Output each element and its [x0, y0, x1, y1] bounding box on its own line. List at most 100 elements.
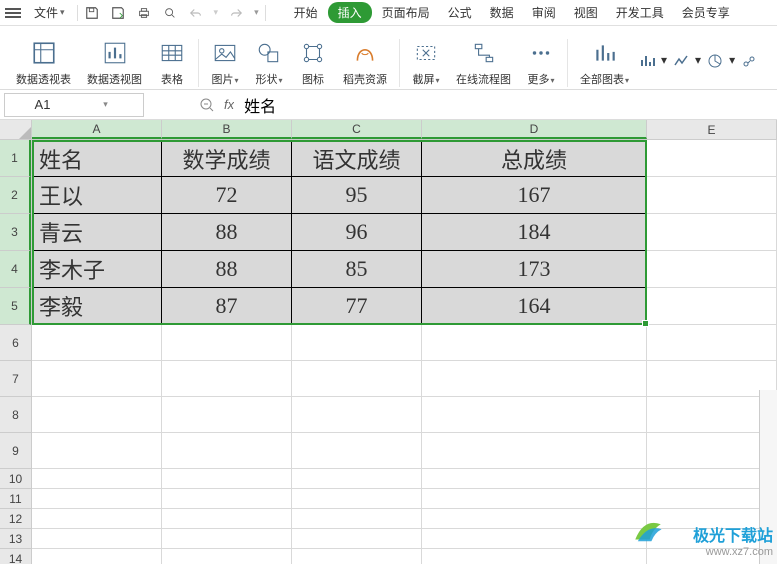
cell[interactable]: [162, 397, 292, 433]
combo-chart-icon[interactable]: [741, 53, 757, 69]
print-preview-icon[interactable]: [162, 5, 178, 21]
select-all-corner[interactable]: [0, 120, 32, 140]
line-chart-icon[interactable]: [673, 53, 689, 69]
chart-caret-icon[interactable]: ▾: [661, 53, 667, 69]
cell[interactable]: [647, 469, 777, 489]
column-header[interactable]: E: [647, 120, 777, 139]
cell[interactable]: [292, 529, 422, 549]
tab-member[interactable]: 会员专享: [674, 2, 738, 23]
cell-grid[interactable]: 姓名数学成绩语文成绩总成绩王以7295167青云8896184李木子888517…: [32, 140, 777, 564]
chart-caret-icon[interactable]: ▾: [695, 53, 701, 69]
data-cell[interactable]: 96: [292, 214, 422, 251]
column-header[interactable]: D: [422, 120, 647, 139]
cell[interactable]: [292, 325, 422, 361]
shapes-button[interactable]: 形状▾: [249, 31, 289, 87]
data-cell[interactable]: 72: [162, 177, 292, 214]
cell[interactable]: [32, 433, 162, 469]
data-cell[interactable]: 95: [292, 177, 422, 214]
save-as-icon[interactable]: [110, 5, 126, 21]
header-cell[interactable]: 姓名: [32, 140, 162, 177]
data-cell[interactable]: 85: [292, 251, 422, 288]
data-cell[interactable]: 184: [422, 214, 647, 251]
cell[interactable]: [32, 397, 162, 433]
cell[interactable]: [647, 433, 777, 469]
app-menu-icon[interactable]: [4, 4, 22, 22]
cell[interactable]: [422, 489, 647, 509]
cell[interactable]: [422, 549, 647, 564]
data-cell[interactable]: 173: [422, 251, 647, 288]
data-cell[interactable]: 164: [422, 288, 647, 325]
row-header[interactable]: 5: [0, 288, 31, 325]
row-header[interactable]: 11: [0, 489, 31, 509]
data-cell[interactable]: 88: [162, 214, 292, 251]
undo-icon[interactable]: [188, 5, 204, 21]
print-icon[interactable]: [136, 5, 152, 21]
cell[interactable]: [647, 288, 777, 325]
tab-formula[interactable]: 公式: [440, 2, 480, 23]
cell[interactable]: [647, 177, 777, 214]
cell[interactable]: [292, 433, 422, 469]
formula-input[interactable]: [234, 93, 777, 117]
cell[interactable]: [292, 509, 422, 529]
cell[interactable]: [162, 549, 292, 564]
fx-icon[interactable]: fx: [224, 97, 234, 112]
tab-start[interactable]: 开始: [286, 2, 326, 23]
data-cell[interactable]: 167: [422, 177, 647, 214]
cell[interactable]: [32, 361, 162, 397]
cell[interactable]: [32, 489, 162, 509]
all-charts-button[interactable]: 全部图表▾: [574, 31, 635, 87]
cell[interactable]: [647, 140, 777, 177]
cell[interactable]: [162, 361, 292, 397]
cell[interactable]: [32, 509, 162, 529]
more-button[interactable]: 更多▾: [521, 31, 561, 87]
data-cell[interactable]: 王以: [32, 177, 162, 214]
row-header[interactable]: 13: [0, 529, 31, 549]
row-header[interactable]: 14: [0, 549, 31, 564]
undo-dropdown-icon[interactable]: ▾: [214, 7, 219, 18]
cell[interactable]: [647, 214, 777, 251]
header-cell[interactable]: 语文成绩: [292, 140, 422, 177]
cell[interactable]: [292, 469, 422, 489]
row-header[interactable]: 1: [0, 140, 31, 177]
cell[interactable]: [647, 251, 777, 288]
row-header[interactable]: 4: [0, 251, 31, 288]
row-header[interactable]: 7: [0, 361, 31, 397]
tab-data[interactable]: 数据: [482, 2, 522, 23]
row-header[interactable]: 6: [0, 325, 31, 361]
row-header[interactable]: 2: [0, 177, 31, 214]
cell[interactable]: [32, 549, 162, 564]
cell[interactable]: [162, 529, 292, 549]
cell[interactable]: [292, 489, 422, 509]
row-header[interactable]: 8: [0, 397, 31, 433]
data-cell[interactable]: 88: [162, 251, 292, 288]
row-header[interactable]: 9: [0, 433, 31, 469]
pivot-table-button[interactable]: 数据透视表: [10, 31, 77, 87]
save-icon[interactable]: [84, 5, 100, 21]
cell[interactable]: [422, 361, 647, 397]
bar-chart-icon[interactable]: [639, 53, 655, 69]
cell[interactable]: [292, 361, 422, 397]
data-cell[interactable]: 李毅: [32, 288, 162, 325]
cell[interactable]: [162, 469, 292, 489]
cell[interactable]: [32, 325, 162, 361]
cell[interactable]: [162, 325, 292, 361]
tab-review[interactable]: 审阅: [524, 2, 564, 23]
tab-page-layout[interactable]: 页面布局: [374, 2, 438, 23]
cell[interactable]: [32, 469, 162, 489]
cell[interactable]: [162, 433, 292, 469]
cell[interactable]: [162, 489, 292, 509]
column-header[interactable]: B: [162, 120, 292, 139]
cell[interactable]: [422, 509, 647, 529]
pivot-chart-button[interactable]: 数据透视图: [81, 31, 148, 87]
flowchart-button[interactable]: 在线流程图: [450, 31, 517, 87]
qat-customize-icon[interactable]: ▾: [254, 7, 259, 18]
cell[interactable]: [162, 509, 292, 529]
name-box[interactable]: A1 ▾: [4, 93, 144, 117]
header-cell[interactable]: 数学成绩: [162, 140, 292, 177]
file-menu[interactable]: 文件 ▾: [28, 2, 71, 23]
cell[interactable]: [422, 325, 647, 361]
cell[interactable]: [32, 529, 162, 549]
data-cell[interactable]: 李木子: [32, 251, 162, 288]
row-header[interactable]: 12: [0, 509, 31, 529]
row-header[interactable]: 10: [0, 469, 31, 489]
